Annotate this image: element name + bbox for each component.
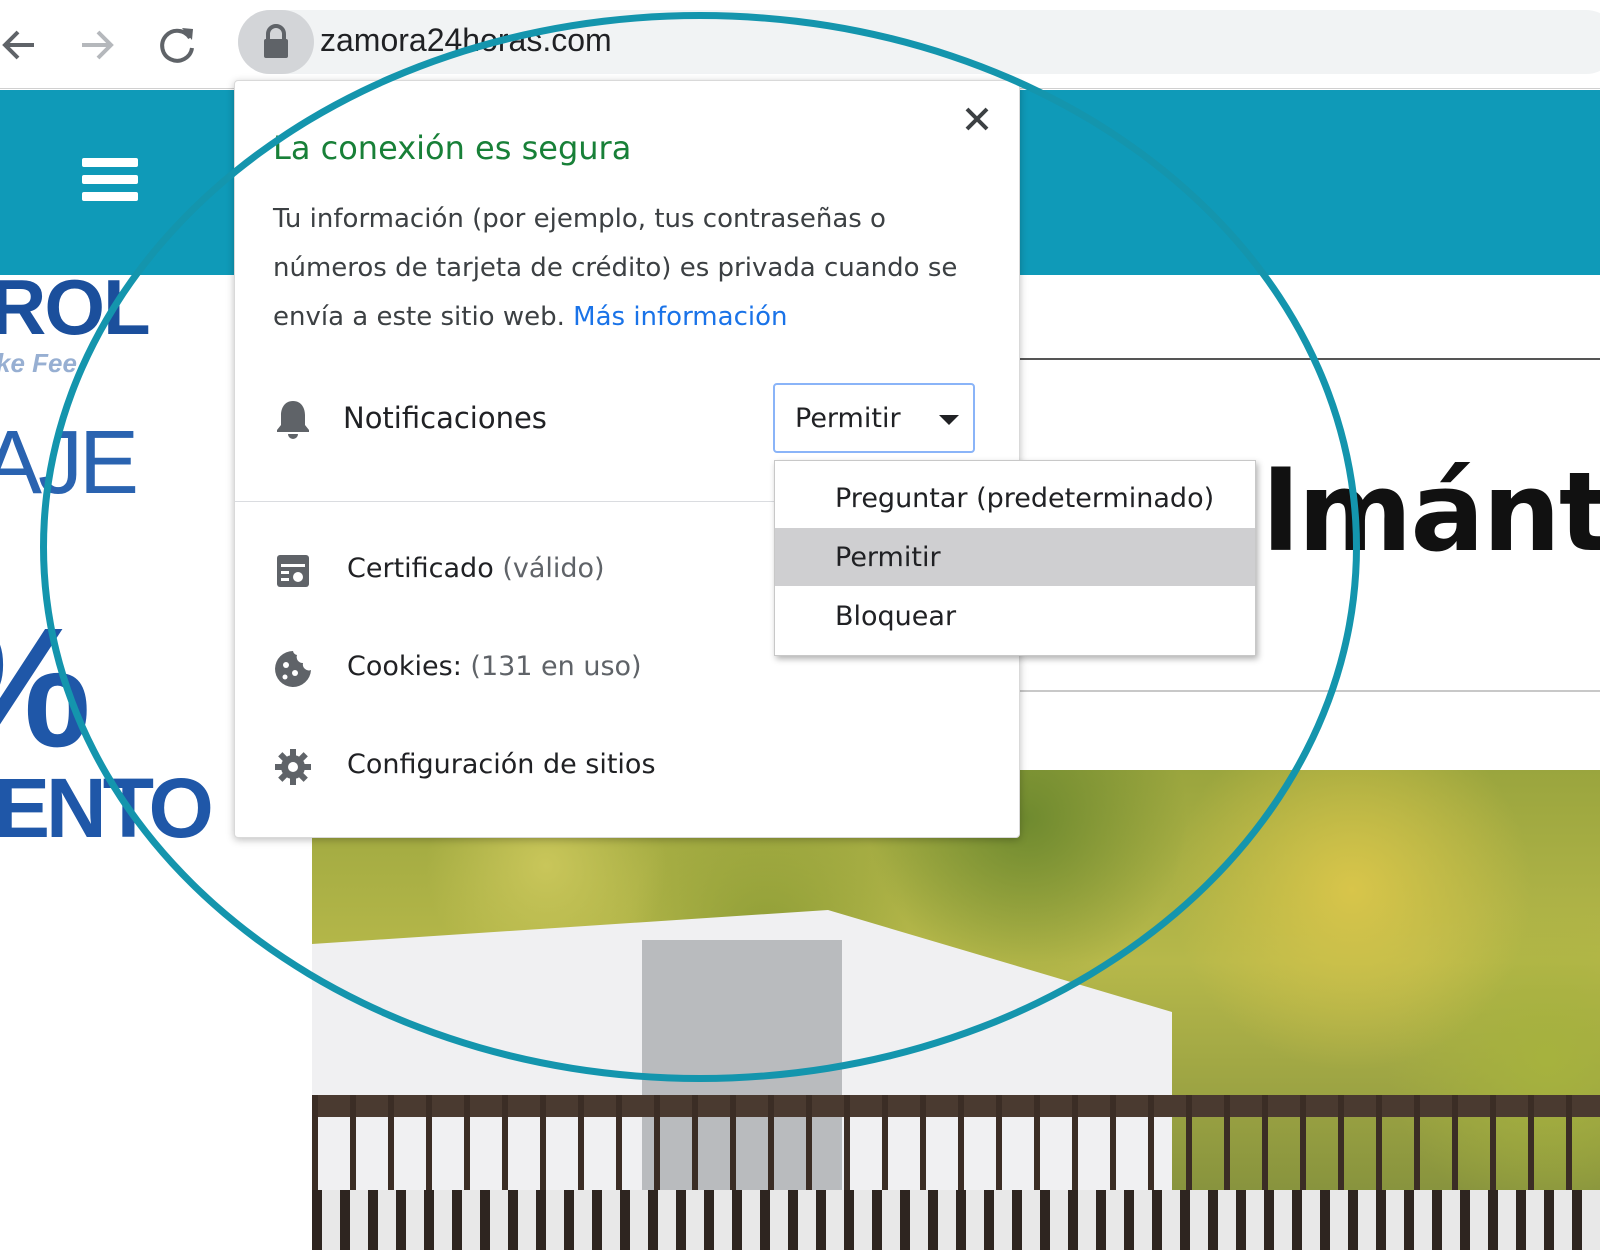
connection-secure-title: La conexión es segura [273,129,632,167]
article-headline: lmánt [1262,448,1600,576]
arrow-left-icon [2,30,34,60]
dropdown-option-ask[interactable]: Preguntar (predeterminado) [775,469,1255,527]
site-settings-row[interactable]: Configuración de sitios [235,727,1019,807]
site-info-popup: La conexión es segura Tu información (po… [234,80,1020,838]
cookies-label: Cookies: [347,651,462,682]
certificate-status: (válido) [502,553,605,584]
dropdown-option-allow[interactable]: Permitir [775,528,1255,586]
notifications-row: Notificaciones Permitir [235,381,1019,463]
certificate-icon [277,555,309,587]
reload-button[interactable] [152,20,202,70]
close-icon [965,107,989,131]
more-info-link[interactable]: Más información [573,302,787,332]
ad-text: AJE [0,413,139,513]
back-button[interactable] [0,20,44,70]
site-info-button[interactable] [238,10,314,74]
cookies-status: (131 en uso) [470,651,642,682]
menu-icon[interactable] [82,158,138,202]
forward-button[interactable] [72,20,122,70]
address-bar[interactable]: zamora24horas.com [238,10,1600,74]
notifications-select-value: Permitir [795,403,901,434]
lock-icon [264,24,288,58]
article-photo [312,770,1600,1250]
url-text[interactable]: zamora24horas.com [320,22,612,59]
notifications-label: Notificaciones [343,401,547,435]
browser-toolbar: zamora24horas.com [0,0,1600,89]
ad-percent: % [0,590,91,786]
cookie-icon [275,651,311,687]
notifications-dropdown-menu: Preguntar (predeterminado) Permitir Bloq… [774,460,1256,656]
site-settings-label: Configuración de sitios [347,749,656,780]
reload-icon [160,28,194,63]
certificate-label: Certificado [347,553,494,584]
caret-down-icon [939,415,959,425]
dropdown-option-block[interactable]: Bloquear [775,587,1255,645]
site-logo-tagline: ke Fee [0,348,77,378]
connection-description: Tu información (por ejemplo, tus contras… [273,195,973,342]
site-logo: ROL [0,263,151,351]
notifications-select[interactable]: Permitir [773,383,975,453]
gear-icon [275,749,311,785]
ad-text-2: ENTO [0,761,214,855]
bell-icon [277,401,309,439]
close-button[interactable] [957,99,997,139]
arrow-right-icon [82,30,114,60]
